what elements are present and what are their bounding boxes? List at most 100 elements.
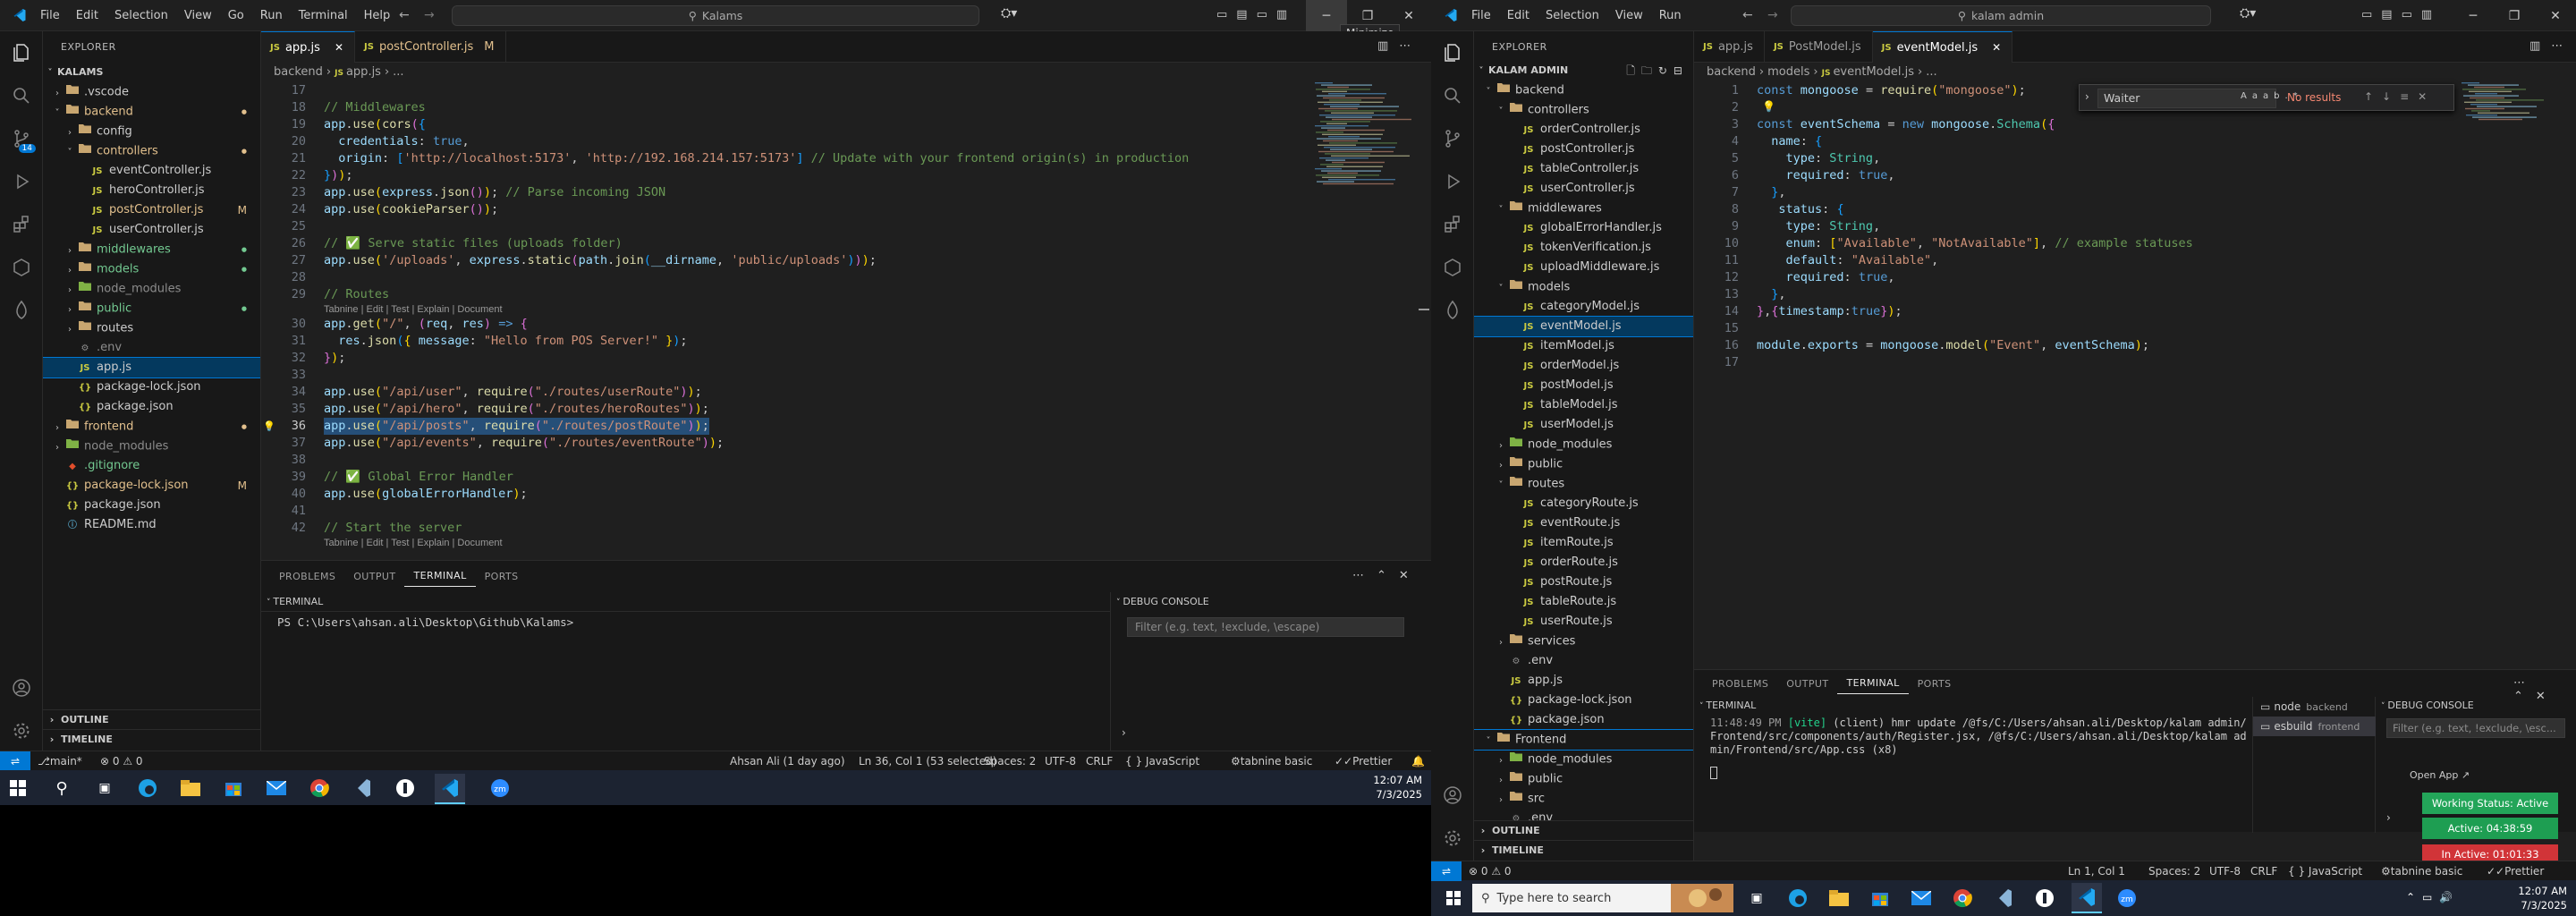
file-eventcontroller-js[interactable]: JS eventController.js: [43, 161, 260, 181]
file--gitignore[interactable]: ◆ .gitignore: [43, 456, 260, 476]
file-postmodel-js[interactable]: JS postModel.js: [1474, 376, 1693, 395]
folder-middlewares[interactable]: ˅ middlewares: [1474, 199, 1693, 218]
scrollbar-thumb[interactable]: [1419, 309, 1429, 310]
manage-gear-icon[interactable]: [1431, 817, 1474, 860]
indentation[interactable]: Spaces: 2: [984, 751, 1036, 771]
folder-models[interactable]: ˅ models: [1474, 277, 1693, 297]
store-icon[interactable]: [1869, 887, 1891, 909]
folder-services[interactable]: › services: [1474, 632, 1693, 651]
back-arrow-icon[interactable]: ←: [1742, 8, 1753, 22]
menu-item-terminal[interactable]: Terminal: [291, 0, 356, 31]
file--env[interactable]: ⚙ .env: [1474, 651, 1693, 671]
outline-section[interactable]: › OUTLINE: [43, 709, 260, 729]
timeline-section[interactable]: › TIMELINE: [1474, 840, 1693, 860]
file-tablecontroller-js[interactable]: JS tableController.js: [1474, 159, 1693, 179]
menu-item-selection[interactable]: Selection: [106, 0, 176, 31]
toggle-replace-icon[interactable]: ›: [2085, 90, 2089, 103]
folder-routes[interactable]: ˅ routes: [1474, 474, 1693, 494]
code-editor[interactable]: 1 const mongoose = require("mongoose"); 2 3…: [1694, 82, 2454, 664]
forward-arrow-icon[interactable]: →: [424, 8, 435, 22]
file-usercontroller-js[interactable]: JS userController.js: [43, 220, 260, 240]
workspace-root[interactable]: ˅ KALAM ADMIN 🗋🗀↻⊟: [1474, 61, 1693, 81]
file-itemmodel-js[interactable]: JS itemModel.js: [1474, 336, 1693, 356]
panel-tab-ports[interactable]: PORTS: [476, 571, 528, 582]
file-globalerrorhandler-js[interactable]: JS globalErrorHandler.js: [1474, 218, 1693, 238]
folder--vscode[interactable]: › .vscode: [43, 82, 260, 102]
remote-explorer-icon[interactable]: [1431, 246, 1474, 289]
encoding[interactable]: UTF-8: [2209, 861, 2241, 881]
file-herocontroller-js[interactable]: JS heroController.js: [43, 181, 260, 200]
workspace-root[interactable]: ˅ KALAMS: [43, 63, 260, 82]
timeline-section[interactable]: › TIMELINE: [43, 729, 260, 749]
app-circle-icon[interactable]: [2034, 887, 2055, 909]
command-center[interactable]: ⚲ kalam admin: [1791, 5, 2211, 26]
back-arrow-icon[interactable]: ←: [399, 8, 410, 22]
task-view-icon[interactable]: ▣: [1746, 887, 1767, 909]
file-tableroute-js[interactable]: JS tableRoute.js: [1474, 592, 1693, 612]
folder-backend[interactable]: ˅ backend: [1474, 81, 1693, 100]
copilot-icon[interactable]: ⛭▾: [2240, 6, 2256, 21]
menu-item-help[interactable]: Help: [356, 0, 399, 31]
file-app-js[interactable]: JS app.js: [1474, 671, 1693, 691]
folder-node-modules[interactable]: › node_modules: [1474, 750, 1693, 769]
notifications-bell-icon[interactable]: 🔔: [1411, 751, 1425, 771]
open-app-link[interactable]: Open App ↗: [2406, 769, 2473, 784]
extensions-icon[interactable]: [1431, 203, 1474, 246]
vscode-taskbar-icon[interactable]: [2072, 883, 2102, 913]
editor-actions[interactable]: ▥⋯: [1377, 39, 1421, 53]
left-taskbar-clock[interactable]: 12:07 AM 7/3/2025: [1360, 773, 1422, 802]
file-userroute-js[interactable]: JS userRoute.js: [1474, 612, 1693, 632]
breadcrumb-item[interactable]: models: [1767, 65, 1809, 79]
tabnine-status[interactable]: ⚙ tabnine basic: [2381, 861, 2462, 881]
zoom-icon[interactable]: zm: [2116, 887, 2138, 909]
layout-controls[interactable]: ▭▤▭▥: [2361, 8, 2441, 21]
file-tablemodel-js[interactable]: JS tableModel.js: [1474, 395, 1693, 415]
breadcrumb-item[interactable]: eventModel.js: [1833, 65, 1914, 79]
source-control-icon[interactable]: 14: [0, 117, 43, 160]
file-readme-md[interactable]: ⓘ README.md: [43, 515, 260, 535]
panel-tab-ports[interactable]: PORTS: [1909, 678, 1961, 690]
chrome-icon[interactable]: [308, 776, 331, 800]
debug-chevron-icon[interactable]: ›: [2386, 811, 2391, 824]
edge-icon[interactable]: [1787, 887, 1809, 909]
file-itemroute-js[interactable]: JS itemRoute.js: [1474, 533, 1693, 553]
folder-public[interactable]: › public: [1474, 454, 1693, 474]
vscode-taskbar-icon[interactable]: [435, 774, 465, 804]
task-view-icon[interactable]: ▣: [93, 776, 116, 800]
menu-item-file[interactable]: File: [32, 0, 68, 31]
breadcrumb-item[interactable]: backend: [1707, 65, 1756, 79]
windows-start-icon[interactable]: [1445, 890, 1462, 906]
store-icon[interactable]: [222, 776, 245, 800]
folder-frontend[interactable]: › frontend ●: [43, 417, 260, 437]
file-categorymodel-js[interactable]: JS categoryModel.js: [1474, 297, 1693, 317]
folder-src[interactable]: › src: [1474, 789, 1693, 809]
remote-indicator-icon[interactable]: ⇌: [1431, 861, 1462, 881]
close-tab-icon[interactable]: ✕: [335, 32, 343, 64]
file-usermodel-js[interactable]: JS userModel.js: [1474, 415, 1693, 435]
panel-tab-output[interactable]: OUTPUT: [1777, 678, 1837, 690]
line-ending[interactable]: CRLF: [1086, 751, 1113, 771]
copilot-icon[interactable]: ⛭▾: [1001, 6, 1017, 21]
code-editor[interactable]: 17 18// Middlewares 19 app.use(cors({20 cre…: [261, 82, 1317, 555]
minimize-button[interactable]: ─: [2453, 0, 2494, 31]
git-blame[interactable]: Ahsan Ali (1 day ago): [730, 751, 845, 771]
file-uploadmiddleware-js[interactable]: JS uploadMiddleware.js: [1474, 258, 1693, 277]
problems-count[interactable]: ⊗ 0 ⚠ 0: [100, 751, 143, 771]
mongodb-icon[interactable]: [0, 289, 43, 332]
vscode-alt-icon[interactable]: [1993, 887, 2014, 909]
menu-item-selection[interactable]: Selection: [1538, 0, 1607, 31]
breadcrumb-item[interactable]: ...: [393, 65, 403, 79]
file-package-lock-json[interactable]: {} package-lock.json: [1474, 691, 1693, 710]
tab-app-js[interactable]: JS app.js: [1694, 31, 1765, 63]
git-branch[interactable]: ⎇ main*: [38, 751, 82, 771]
indentation[interactable]: Spaces: 2: [2148, 861, 2200, 881]
menu-item-edit[interactable]: Edit: [68, 0, 106, 31]
folder-public[interactable]: › public ●: [43, 299, 260, 318]
folder-config[interactable]: › config: [43, 122, 260, 141]
find-nav-controls[interactable]: ↑↓≡✕: [2364, 90, 2436, 103]
tab-eventmodel-js[interactable]: JS eventModel.js ✕: [1872, 31, 2013, 63]
folder-public[interactable]: › public: [1474, 769, 1693, 789]
folder-middlewares[interactable]: › middlewares ●: [43, 240, 260, 259]
file-explorer-icon[interactable]: [179, 776, 202, 800]
search-icon[interactable]: [0, 74, 43, 117]
